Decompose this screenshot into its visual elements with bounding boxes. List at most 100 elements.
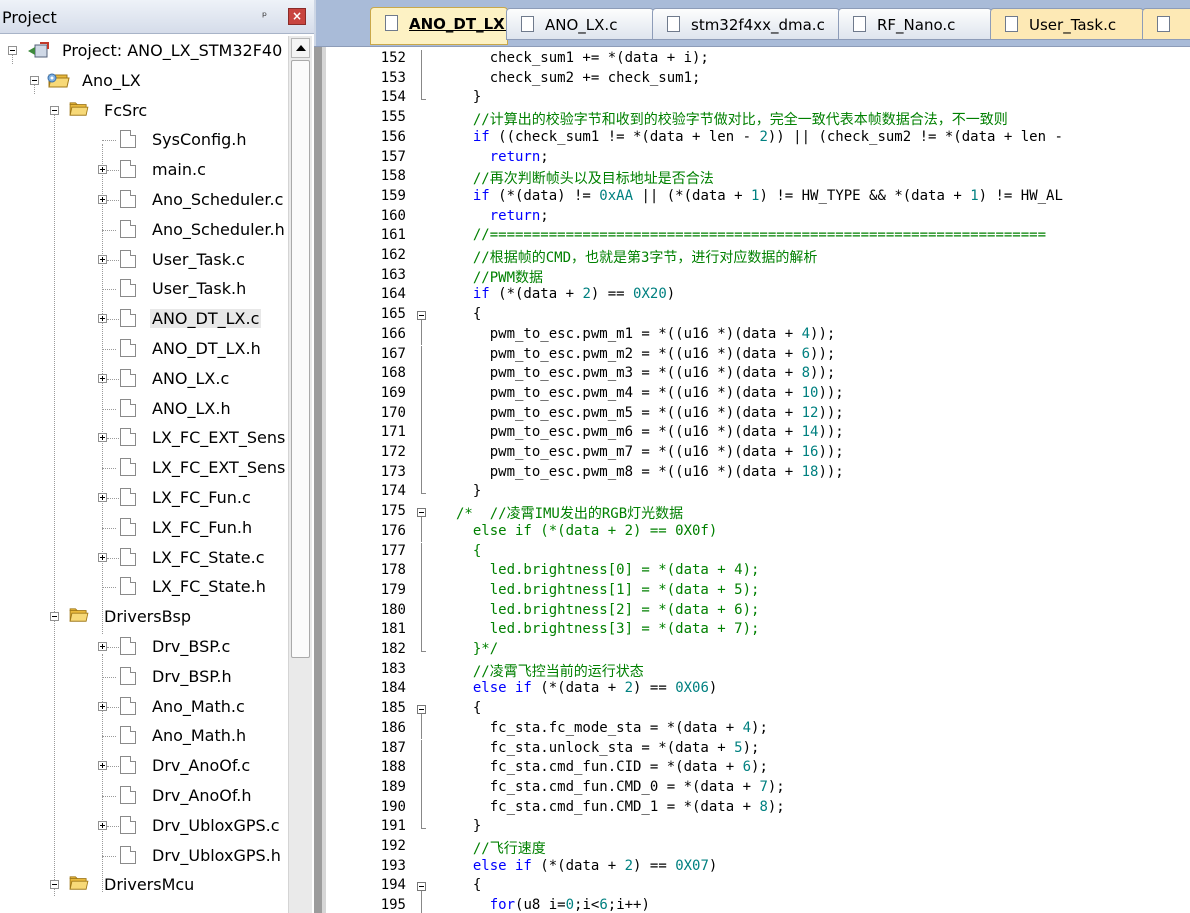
tree-item[interactable]: Project: ANO_LX_STM32F40 — [0, 36, 288, 66]
fold-guide — [421, 798, 422, 819]
file-icon — [120, 696, 136, 715]
collapse-icon[interactable] — [30, 75, 39, 85]
fold-guide — [421, 69, 422, 90]
scrollbar-thumb[interactable] — [291, 60, 310, 658]
tab-label: User_Task.c — [1029, 16, 1117, 34]
line-number: 194 — [380, 877, 406, 894]
line-number: 152 — [380, 50, 406, 66]
tree-item[interactable]: User_Task.c — [0, 245, 288, 275]
expand-icon[interactable] — [98, 761, 107, 771]
tree-item[interactable]: Ano_Math.c — [0, 692, 288, 722]
tree-item[interactable]: DriversMcu — [0, 870, 288, 900]
code-line: check_sum2 += check_sum1; — [456, 69, 701, 86]
tree-item-label: Ano_Scheduler.c — [152, 190, 284, 209]
code-line: if (*(data + 2) == 0X20) — [472, 286, 676, 303]
collapse-icon[interactable] — [50, 105, 59, 115]
line-number: 166 — [380, 325, 406, 342]
fold-toggle-icon[interactable] — [417, 705, 426, 715]
collapse-icon[interactable] — [50, 612, 59, 622]
line-number: 161 — [380, 227, 406, 244]
tree-item[interactable]: DriversBsp — [0, 602, 288, 632]
file-icon — [120, 666, 136, 685]
expand-icon[interactable] — [98, 820, 107, 830]
code-line: fc_sta.fc_mode_sta = *(data + 4); — [456, 719, 768, 736]
tree-item-label: ANO_DT_LX.c — [150, 309, 262, 329]
fold-guide-end — [421, 493, 426, 495]
tree-item[interactable]: Ano_Scheduler.h — [0, 215, 288, 245]
file-icon — [385, 15, 398, 31]
line-number: 183 — [380, 660, 406, 677]
expand-icon[interactable] — [98, 195, 107, 204]
tab-user-task-c[interactable]: User_Task.c — [990, 8, 1144, 40]
tree-item[interactable]: Drv_BSP.c — [0, 632, 288, 662]
expand-icon[interactable] — [98, 642, 107, 651]
collapse-icon[interactable] — [8, 46, 17, 55]
file-icon — [120, 279, 136, 298]
file-icon — [120, 547, 136, 566]
tree-item[interactable]: Drv_AnoOf.h — [0, 781, 288, 811]
expand-icon[interactable] — [98, 552, 107, 562]
file-icon — [120, 160, 136, 179]
expand-icon[interactable] — [98, 373, 107, 383]
tree-item[interactable]: SysConfig.h — [0, 125, 288, 155]
tab-stm32f4xx-dma-c[interactable]: stm32f4xx_dma.c — [652, 8, 840, 40]
tree-item[interactable]: LX_FC_Fun.h — [0, 513, 288, 543]
fold-toggle-icon[interactable] — [417, 882, 426, 892]
tree-item[interactable]: ANO_DT_LX.h — [0, 334, 288, 364]
tree-item[interactable]: Ano_Math.h — [0, 721, 288, 751]
tree-item[interactable]: LX_FC_State.c — [0, 543, 288, 573]
gutter-margin — [314, 47, 322, 913]
file-icon — [120, 249, 136, 268]
tree-item[interactable]: LX_FC_EXT_Sens — [0, 453, 288, 483]
tab-ano-lx-c[interactable]: ANO_LX.c — [506, 8, 654, 40]
tree-item[interactable]: Drv_BSP.h — [0, 662, 288, 692]
tree-item[interactable]: ANO_LX.h — [0, 394, 288, 424]
code-line: //根据帧的CMD，也就是第3字节，进行对应数据的解析 — [456, 250, 818, 266]
expand-icon[interactable] — [98, 433, 107, 443]
line-number: 176 — [380, 522, 406, 539]
tree-item[interactable]: Ano_LX — [0, 66, 288, 96]
folder-icon — [68, 101, 90, 121]
tree-item[interactable]: LX_FC_Fun.c — [0, 483, 288, 513]
expand-icon[interactable] — [98, 254, 107, 264]
tree-item[interactable]: ANO_LX.c — [0, 364, 288, 394]
tree-item[interactable]: LX_FC_State.h — [0, 572, 288, 602]
collapse-icon[interactable] — [50, 880, 59, 890]
scroll-up-arrow-icon[interactable] — [291, 38, 310, 58]
fold-guide — [421, 542, 422, 563]
line-number: 182 — [380, 641, 406, 657]
tree-item[interactable]: User_Task.h — [0, 274, 288, 304]
expand-icon[interactable] — [98, 165, 107, 175]
fold-toggle-icon[interactable] — [417, 311, 426, 321]
expand-icon[interactable] — [98, 493, 107, 502]
close-icon[interactable]: × — [288, 8, 306, 25]
fold-guide — [421, 621, 422, 641]
line-number: 195 — [380, 897, 406, 913]
tree-item[interactable]: Drv_UbloxGPS.c — [0, 811, 288, 841]
code-editor[interactable]: 152 check_sum1 += *(data + i); 153 check_… — [314, 46, 1190, 913]
tree-guide-line — [102, 229, 116, 231]
file-icon — [120, 815, 136, 834]
file-icon — [120, 219, 136, 238]
tree-item[interactable]: FcSrc — [0, 96, 288, 126]
tab-rf-nano-c[interactable]: RF_Nano.c — [838, 8, 992, 40]
tree-scrollbar[interactable] — [288, 36, 312, 913]
tree-item[interactable]: main.c — [0, 155, 288, 185]
fold-guide — [421, 759, 422, 779]
tree-guide-line — [102, 676, 116, 678]
tab-overflow[interactable] — [1142, 8, 1190, 40]
tree-item[interactable]: Ano_Scheduler.c — [0, 185, 288, 215]
fold-guide — [421, 522, 422, 543]
expand-icon[interactable] — [98, 314, 107, 324]
pin-icon[interactable]: ᵖ — [262, 9, 267, 23]
tree-item[interactable]: Drv_UbloxGPS.h — [0, 841, 288, 871]
fold-toggle-icon[interactable] — [417, 508, 426, 518]
expand-icon[interactable] — [98, 701, 107, 711]
tree-item[interactable]: LX_FC_EXT_Sens — [0, 423, 288, 453]
tab-ano-dt-lx-c[interactable]: ANO_DT_LX.c — [370, 7, 519, 45]
fold-guide — [421, 897, 422, 913]
tree-item-label: Drv_UbloxGPS.c — [152, 815, 280, 835]
fold-guide-end — [421, 650, 426, 652]
tree-item[interactable]: ANO_DT_LX.c — [0, 304, 288, 334]
tree-item[interactable]: Drv_AnoOf.c — [0, 751, 288, 781]
